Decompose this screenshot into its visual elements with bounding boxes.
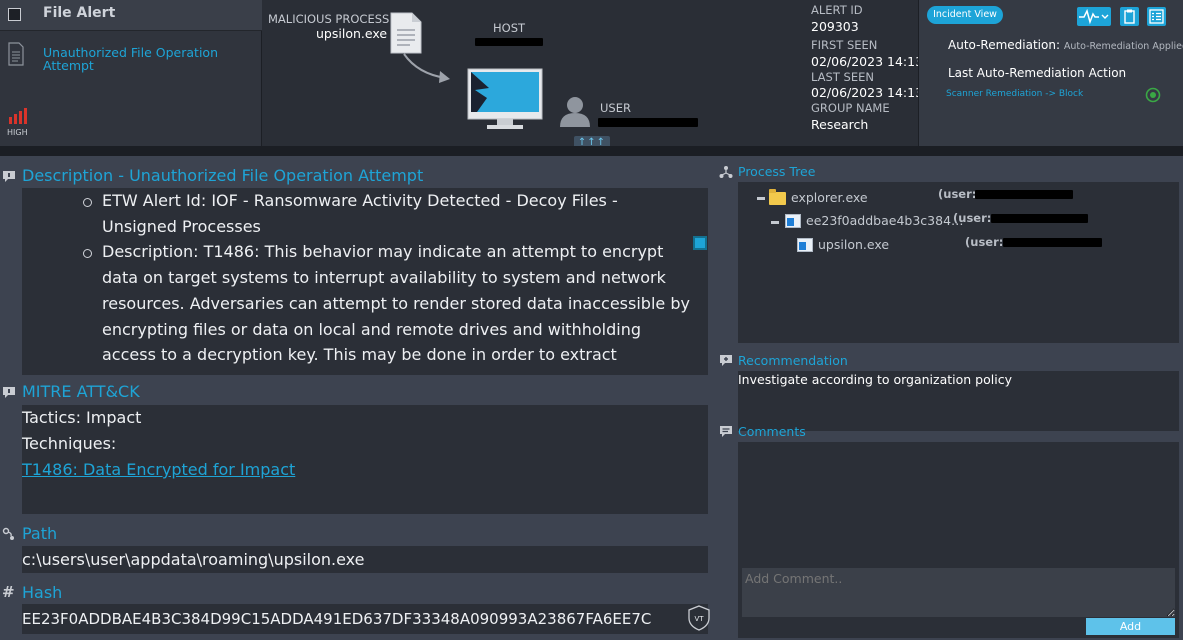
last-remediation-action-link[interactable]: Scanner Remediation -> Block	[946, 89, 1083, 99]
alert-titlebar: File Alert	[0, 0, 262, 31]
description-title: Description - Unauthorized File Operatio…	[22, 166, 424, 185]
auto-remediation-status: Auto-Remediation Applied	[1063, 41, 1183, 52]
description-scrollbar[interactable]	[693, 236, 707, 250]
alert-id-label: ALERT ID	[811, 3, 863, 17]
description-item: ETW Alert Id: IOF - Ransomware Activity …	[80, 188, 708, 239]
path-icon	[2, 527, 14, 540]
malicious-process-value: upsilon.exe	[316, 26, 388, 41]
process-user-redacted	[991, 214, 1088, 223]
checklist-icon	[1149, 9, 1164, 24]
process-user-redacted	[1003, 238, 1102, 247]
file-icon	[390, 12, 422, 54]
alert-type-label: File Alert	[43, 5, 116, 21]
alert-summary-panel: File Alert Unauthorized File Operation A…	[0, 0, 262, 146]
description-list: ETW Alert Id: IOF - Ransomware Activity …	[22, 188, 708, 368]
clipboard-icon	[1124, 9, 1135, 24]
mitre-techniques-label: Techniques:	[22, 434, 117, 453]
alert-id-value: 209303	[811, 19, 859, 34]
malicious-process-label: MALICIOUS PROCESS	[268, 12, 390, 26]
process-user-label: (user:	[965, 235, 1004, 249]
mitre-technique-link[interactable]: T1486: Data Encrypted for Impact	[22, 460, 295, 479]
alert-header: File Alert Unauthorized File Operation A…	[0, 0, 1183, 149]
process-tree-panel	[738, 182, 1179, 343]
comments-title: Comments	[738, 424, 806, 439]
hash-value: EE23F0ADDBAE4B3C384D99C15ADDA491ED637DF3…	[22, 604, 708, 634]
severity-label: HIGH	[7, 128, 28, 137]
mitre-tactics: Tactics: Impact	[22, 408, 142, 427]
user-icon	[560, 97, 590, 127]
first-seen-label: FIRST SEEN	[811, 38, 878, 52]
first-seen-value: 02/06/2023 14:13	[811, 54, 924, 69]
add-comment-button[interactable]: Add	[1086, 618, 1175, 635]
process-user-label: (user:	[938, 187, 977, 201]
host-label: HOST	[493, 21, 526, 35]
severity-high-icon	[9, 108, 27, 124]
process-icon	[797, 238, 813, 252]
auto-remediation-row: Auto-Remediation: Auto-Remediation Appli…	[948, 38, 1183, 52]
last-seen-value: 02/06/2023 14:13	[811, 85, 924, 100]
group-name-value: Research	[811, 117, 869, 132]
process-node-explorer[interactable]: explorer.exe	[791, 190, 868, 205]
remediation-panel: Incident View Auto-Remediation: Auto-Rem…	[918, 0, 1183, 146]
collapse-toggle[interactable]	[771, 221, 779, 224]
pulse-icon	[1079, 8, 1109, 25]
folder-icon	[769, 189, 786, 205]
path-value: c:\users\user\appdata\roaming\upsilon.ex…	[22, 546, 708, 573]
collapse-toggle[interactable]	[757, 197, 765, 200]
process-to-host-arrow-icon	[403, 53, 450, 83]
process-tree-icon	[719, 166, 733, 178]
process-user-label: (user:	[953, 211, 992, 225]
checklist-button[interactable]	[1147, 7, 1166, 26]
process-icon	[785, 214, 801, 228]
select-alert-checkbox[interactable]	[8, 8, 21, 21]
host-monitor-icon	[467, 68, 543, 129]
info-icon	[3, 171, 15, 182]
description-panel: ETW Alert Id: IOF - Ransomware Activity …	[22, 188, 708, 375]
comments-icon	[720, 426, 732, 437]
mitre-title: MITRE ATT&CK	[22, 382, 140, 401]
virustotal-icon[interactable]: VT	[688, 605, 710, 631]
add-comment-input[interactable]	[742, 568, 1175, 617]
header-divider	[0, 146, 1183, 156]
hash-title: Hash	[22, 583, 63, 602]
group-name-label: GROUP NAME	[811, 101, 890, 115]
recommendation-icon	[720, 355, 732, 366]
alert-name-link[interactable]: Unauthorized File Operation Attempt	[43, 46, 243, 72]
activity-dropdown-button[interactable]	[1077, 7, 1111, 26]
path-title: Path	[22, 524, 58, 543]
description-item: Description: T1486: This behavior may in…	[80, 239, 708, 368]
hash-icon: #	[2, 583, 15, 601]
document-icon	[8, 42, 24, 66]
process-tree-title: Process Tree	[738, 164, 816, 179]
success-check-icon	[1145, 87, 1161, 103]
last-remediation-label: Last Auto-Remediation Action	[948, 66, 1127, 80]
process-node-hash[interactable]: ee23f0addbae4b3c384…	[806, 213, 964, 228]
auto-remediation-label: Auto-Remediation:	[948, 38, 1061, 52]
incident-view-button[interactable]: Incident View	[927, 6, 1003, 24]
recommendation-title: Recommendation	[738, 353, 848, 368]
host-redacted	[475, 38, 543, 46]
info-icon	[3, 387, 15, 398]
mitre-panel: Tactics: Impact Techniques: T1486: Data …	[22, 405, 708, 514]
last-seen-label: LAST SEEN	[811, 70, 874, 84]
recommendation-text: Investigate according to organization po…	[738, 371, 1179, 431]
user-redacted	[598, 118, 698, 127]
virustotal-label: VT	[694, 615, 704, 623]
process-user-redacted	[975, 190, 1073, 199]
user-label: USER	[600, 101, 631, 115]
process-node-upsilon[interactable]: upsilon.exe	[818, 237, 889, 252]
clipboard-button[interactable]	[1120, 7, 1139, 26]
